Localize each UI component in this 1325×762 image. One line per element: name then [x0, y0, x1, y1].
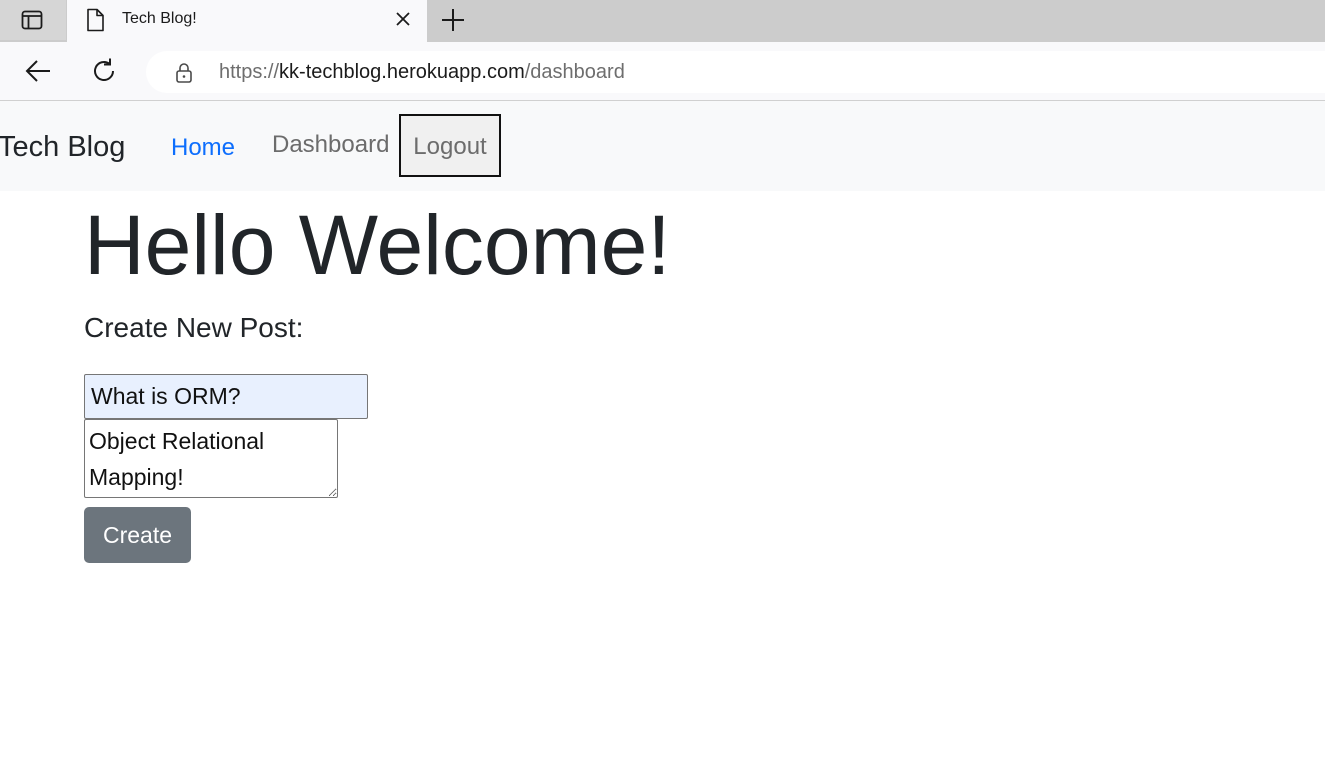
url-scheme: https:// — [219, 61, 280, 83]
page-title: Hello Welcome! — [84, 198, 671, 292]
plus-icon[interactable] — [440, 7, 466, 33]
post-body-textarea[interactable]: Object Relational Mapping! — [84, 419, 338, 498]
browser-tab[interactable]: Tech Blog! — [67, 0, 427, 42]
reload-icon[interactable] — [90, 57, 118, 85]
url-host: kk-techblog.herokuapp.com — [279, 61, 525, 83]
back-arrow-icon[interactable] — [24, 57, 52, 85]
browser-tab-bar: Tech Blog! — [0, 0, 1325, 42]
create-post-heading: Create New Post: — [84, 312, 304, 343]
url-field[interactable]: https://kk-techblog.herokuapp.com/dashbo… — [146, 51, 1325, 93]
url-path: /dashboard — [524, 61, 625, 83]
site-navbar: Tech Blog Home Dashboard Logout — [0, 101, 1325, 191]
nav-link-home[interactable]: Home — [171, 134, 235, 162]
url-text[interactable]: https://kk-techblog.herokuapp.com/dashbo… — [219, 61, 625, 84]
address-bar: https://kk-techblog.herokuapp.com/dashbo… — [0, 42, 1325, 101]
nav-link-dashboard[interactable]: Dashboard — [272, 131, 389, 159]
logout-button[interactable]: Logout — [399, 114, 501, 177]
close-icon[interactable] — [394, 10, 412, 28]
tab-title: Tech Blog! — [122, 10, 197, 27]
tab-actions[interactable] — [0, 0, 66, 40]
page-icon — [87, 8, 104, 32]
lock-icon[interactable] — [174, 62, 194, 84]
create-post-button[interactable]: Create — [84, 507, 191, 563]
sidebar-toggle-icon[interactable] — [21, 9, 43, 31]
post-title-input[interactable] — [84, 374, 368, 419]
site-brand[interactable]: Tech Blog — [0, 131, 125, 164]
